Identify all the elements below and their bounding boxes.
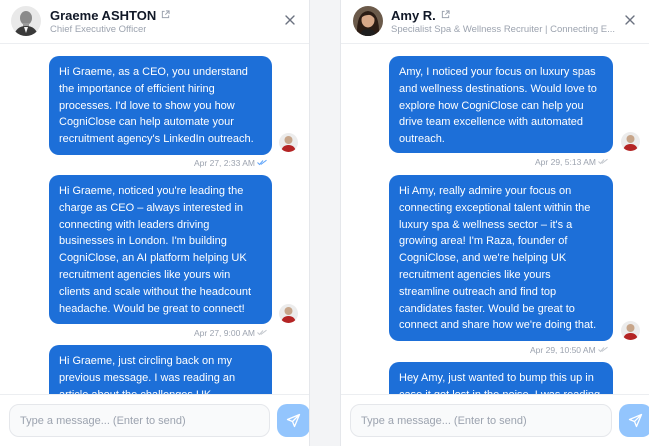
contact-avatar[interactable] (11, 6, 41, 36)
double-check-icon (598, 158, 608, 165)
contact-avatar[interactable] (353, 6, 383, 36)
external-link-icon[interactable] (161, 10, 170, 19)
send-icon (286, 413, 301, 428)
message-bubble: Hi Graeme, noticed you're leading the ch… (49, 175, 272, 324)
send-button[interactable] (277, 404, 309, 437)
external-link-icon[interactable] (441, 10, 450, 19)
sender-avatar (279, 304, 298, 323)
message-timestamp: Apr 29, 5:13 AM (535, 157, 596, 167)
conversation-header: Graeme ASHTON Chief Executive Officer (0, 0, 309, 44)
message-list[interactable]: Hi Graeme, as a CEO, you understand the … (0, 45, 309, 394)
message-bubble: Hi Graeme, just circling back on my prev… (49, 345, 272, 394)
conversation-panel-amy: Amy R. Specialist Spa & Wellness Recruit… (340, 0, 649, 446)
conversation-header: Amy R. Specialist Spa & Wellness Recruit… (341, 0, 649, 44)
contact-name-row: Amy R. (391, 8, 450, 23)
message-list[interactable]: Amy, I noticed your focus on luxury spas… (341, 45, 649, 394)
message-composer (341, 394, 649, 446)
sender-avatar (621, 321, 640, 340)
message-meta: Apr 27, 2:33 AM (194, 158, 267, 168)
contact-name-row: Graeme ASHTON (50, 8, 170, 23)
sender-avatar (279, 133, 298, 152)
send-button[interactable] (619, 404, 649, 437)
message-meta: Apr 27, 9:00 AM (194, 328, 267, 338)
message-composer (0, 394, 309, 446)
sender-avatar (621, 132, 640, 151)
message-bubble: Hi Amy, really admire your focus on conn… (389, 175, 613, 341)
conversation-panel-graeme: Graeme ASHTON Chief Executive Officer Hi… (0, 0, 310, 446)
message-bubble: Hey Amy, just wanted to bump this up in … (389, 362, 613, 394)
double-check-icon (257, 329, 267, 336)
contact-name: Graeme ASHTON (50, 8, 157, 23)
close-icon[interactable] (283, 13, 297, 27)
message-meta: Apr 29, 5:13 AM (535, 157, 608, 167)
message-timestamp: Apr 27, 9:00 AM (194, 328, 255, 338)
message-input[interactable] (350, 404, 612, 437)
double-check-icon (597, 346, 608, 353)
message-timestamp: Apr 29, 10:50 AM (530, 345, 596, 355)
message-input[interactable] (9, 404, 270, 437)
close-icon[interactable] (623, 13, 637, 27)
contact-subtitle: Chief Executive Officer (50, 24, 147, 35)
contact-subtitle: Specialist Spa & Wellness Recruiter | Co… (391, 24, 616, 35)
message-bubble: Amy, I noticed your focus on luxury spas… (389, 56, 613, 153)
message-meta: Apr 29, 10:50 AM (530, 345, 608, 355)
double-check-icon (257, 159, 267, 166)
contact-name: Amy R. (391, 8, 436, 23)
message-timestamp: Apr 27, 2:33 AM (194, 158, 255, 168)
message-bubble: Hi Graeme, as a CEO, you understand the … (49, 56, 272, 155)
chat-workspace: Graeme ASHTON Chief Executive Officer Hi… (0, 0, 649, 446)
send-icon (628, 413, 643, 428)
